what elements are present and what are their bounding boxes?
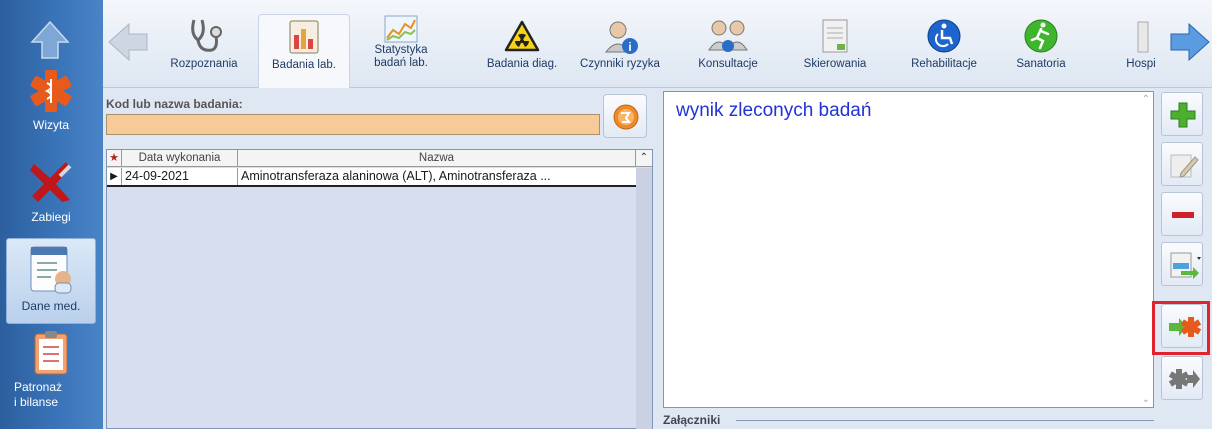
left-sidebar: Wizyta Zabiegi Dane med. Patronaż i bila…	[0, 0, 103, 429]
sidebar-item-dane-med[interactable]: Dane med.	[6, 238, 96, 324]
tab-label: Czynniki ryzyka	[580, 58, 660, 70]
add-button[interactable]	[1161, 92, 1203, 136]
tab-czynniki-ryzyka[interactable]: i Czynniki ryzyka	[575, 14, 665, 88]
lookup-button[interactable]	[603, 94, 647, 138]
toolbar-scroll-right-icon[interactable]	[1167, 22, 1212, 62]
wheelchair-icon	[927, 19, 961, 53]
table-row[interactable]: ▶ 24-09-2021 Aminotransferaza alaninowa …	[107, 168, 636, 187]
toolbar: Rozpoznania Badania lab. Statystyka bada…	[103, 0, 1212, 88]
attachments-label: Załączniki	[663, 413, 721, 427]
medical-record-icon	[30, 246, 72, 294]
sidebar-item-label: Dane med.	[21, 299, 81, 313]
table-scrollbar[interactable]	[636, 168, 652, 429]
clipboard-icon	[34, 331, 68, 375]
hospital-icon	[1137, 21, 1149, 53]
scalpel-icon	[30, 162, 72, 202]
table-header: ★ Data wykonania Nazwa ⌃	[107, 150, 652, 167]
tab-sanatoria[interactable]: Sanatoria	[1001, 14, 1081, 88]
scroll-up-arrow-icon[interactable]	[28, 18, 72, 62]
tab-label: Rozpoznania	[170, 58, 238, 70]
lab-chart-icon	[289, 20, 319, 54]
sidebar-item-zabiegi[interactable]: Zabiegi	[6, 156, 96, 232]
edit-pencil-icon	[1170, 154, 1199, 178]
minus-icon	[1172, 212, 1194, 218]
document-icon	[822, 19, 848, 53]
tab-label: Badania diag.	[486, 58, 558, 70]
delete-button[interactable]	[1161, 192, 1203, 236]
runner-icon	[1024, 19, 1058, 53]
column-header-name[interactable]: Nazwa	[238, 150, 636, 167]
required-star-icon: ★	[107, 150, 122, 167]
highlight-frame	[1152, 301, 1210, 355]
tab-label: Sanatoria	[1016, 58, 1066, 70]
scroll-up-icon[interactable]: ⌃	[1142, 94, 1150, 105]
stethoscope-icon	[191, 19, 222, 52]
sidebar-item-label: Patronaż i bilanse	[14, 380, 63, 409]
tab-label: Hospi	[1126, 58, 1156, 70]
tab-label: Badania lab.	[272, 59, 336, 71]
test-search-input[interactable]	[106, 114, 600, 135]
medical-star-icon	[30, 70, 72, 112]
stats-chart-icon	[384, 15, 418, 43]
tab-statystyka-badan-lab[interactable]: Statystyka badań lab.	[361, 14, 441, 88]
result-text: wynik zleconych badań	[676, 100, 872, 121]
cell-name: Aminotransferaza alaninowa (ALT), Aminot…	[241, 169, 551, 183]
radiation-icon	[504, 20, 540, 52]
tab-badania-diag[interactable]: Badania diag.	[478, 14, 566, 88]
result-textarea[interactable]: wynik zleconych badań ⌃ ⌄	[663, 91, 1154, 408]
cell-date: 24-09-2021	[122, 168, 238, 185]
result-scrollbar[interactable]: ⌃ ⌄	[1136, 92, 1153, 407]
lab-tests-table: ★ Data wykonania Nazwa ⌃ ▶ 24-09-2021 Am…	[106, 149, 653, 429]
toolbar-scroll-left-icon[interactable]	[105, 22, 151, 62]
scroll-down-icon[interactable]: ⌄	[1142, 394, 1150, 405]
user-info-icon: i	[604, 21, 638, 54]
tab-label: Skierowania	[803, 58, 867, 70]
edit-button[interactable]	[1161, 142, 1203, 186]
tab-konsultacje[interactable]: Konsultacje	[683, 14, 773, 88]
svg-text:i: i	[628, 40, 631, 54]
lab-tests-panel: Kod lub nazwa badania: ★ Data wykonania …	[103, 88, 660, 429]
transfer-gray-button[interactable]	[1161, 356, 1203, 400]
consult-users-icon	[708, 20, 748, 52]
plus-icon	[1170, 102, 1196, 128]
column-header-date[interactable]: Data wykonania	[122, 150, 238, 167]
scroll-up-icon[interactable]: ⌃	[636, 150, 652, 167]
sidebar-item-label: Zabiegi	[31, 210, 71, 224]
row-indicator-icon: ▶	[107, 168, 122, 185]
tab-label: Statystyka badań lab.	[374, 44, 428, 69]
sidebar-item-label: Wizyta	[33, 118, 69, 132]
tab-label: Konsultacje	[698, 58, 758, 70]
lookup-orange-icon	[613, 104, 639, 130]
sidebar-item-patronaz[interactable]: Patronaż i bilanse	[6, 330, 96, 429]
sidebar-item-wizyta[interactable]: Wizyta	[6, 68, 96, 148]
tab-skierowania[interactable]: Skierowania	[793, 14, 877, 88]
tab-rehabilitacje[interactable]: Rehabilitacje	[899, 14, 989, 88]
arrow-gray-icon	[1168, 369, 1200, 389]
action-strip	[1154, 88, 1212, 429]
divider	[736, 420, 1154, 421]
tab-label: Rehabilitacje	[911, 58, 977, 70]
print-export-icon	[1170, 252, 1201, 279]
print-button[interactable]	[1161, 242, 1203, 286]
search-label: Kod lub nazwa badania:	[106, 97, 243, 111]
tab-hospi[interactable]: Hospi	[1121, 14, 1161, 88]
tab-badania-lab[interactable]: Badania lab.	[258, 14, 350, 88]
tab-rozpoznania[interactable]: Rozpoznania	[159, 14, 249, 88]
